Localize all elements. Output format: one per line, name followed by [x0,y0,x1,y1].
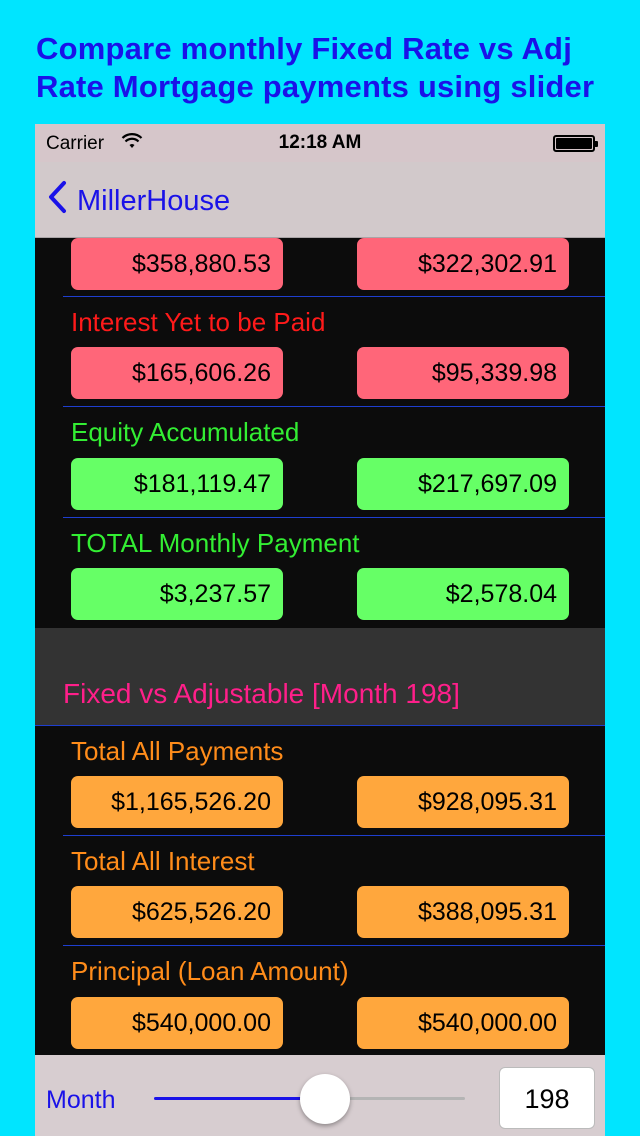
table-row: $358,880.53 $322,302.91 [35,226,605,298]
phone-screen: Carrier 12:18 AM MillerHouse $358,880.53… [35,124,605,1136]
adjustable-value: $95,339.98 [357,347,569,399]
bottom-toolbar: Month 198 [35,1055,605,1136]
fixed-value: $3,237.57 [71,568,283,620]
promo-banner: Compare monthly Fixed Rate vs Adj Rate M… [36,30,626,106]
section-title: Fixed vs Adjustable [Month 198] [63,678,460,709]
table-row: Principal (Loan Amount) $540,000.00 $540… [35,946,605,1056]
fixed-value: $1,165,526.20 [71,776,283,828]
table-row: TOTAL Monthly Payment $3,237.57 $2,578.0… [35,518,605,628]
fixed-value: $181,119.47 [71,458,283,510]
slider-thumb[interactable] [300,1074,351,1124]
month-label: Month [46,1086,116,1114]
status-bar: Carrier 12:18 AM [35,124,605,162]
row-label: TOTAL Monthly Payment [71,528,360,558]
app-screenshot: Compare monthly Fixed Rate vs Adj Rate M… [0,0,640,1136]
back-button[interactable]: MillerHouse [47,180,230,222]
fixed-value: $625,526.20 [71,886,283,938]
adjustable-value: $540,000.00 [357,997,569,1049]
banner-line-1: Compare monthly Fixed Rate vs Adj [36,31,573,66]
fixed-value: $165,606.26 [71,347,283,399]
adjustable-value: $322,302.91 [357,238,569,290]
table-row: Total All Interest $625,526.20 $388,095.… [35,836,605,946]
adjustable-value: $388,095.31 [357,886,569,938]
row-label: Equity Accumulated [71,417,300,447]
back-label: MillerHouse [77,184,231,217]
status-time: 12:18 AM [278,132,362,153]
section-header: Fixed vs Adjustable [Month 198] [35,628,605,726]
banner-line-2: Rate Mortgage payments using slider [36,69,595,104]
table-row: Equity Accumulated $181,119.47 $217,697.… [35,407,605,518]
month-value-field[interactable]: 198 [499,1067,595,1129]
adjustable-value: $217,697.09 [357,458,569,510]
table-row: Interest Yet to be Paid $165,606.26 $95,… [35,297,605,407]
row-label: Total All Interest [71,846,255,876]
battery-icon [553,135,598,152]
fixed-value: $540,000.00 [71,997,283,1049]
row-label: Interest Yet to be Paid [71,307,326,337]
adjustable-value: $2,578.04 [357,568,569,620]
row-label: Principal (Loan Amount) [71,956,349,986]
adjustable-value: $928,095.31 [357,776,569,828]
chevron-left-icon [47,180,67,222]
table-row: Total All Payments $1,165,526.20 $928,09… [35,726,605,836]
results-table[interactable]: $358,880.53 $322,302.91 Interest Yet to … [35,238,605,1055]
row-label: Total All Payments [71,736,284,766]
fixed-value: $358,880.53 [71,238,283,290]
